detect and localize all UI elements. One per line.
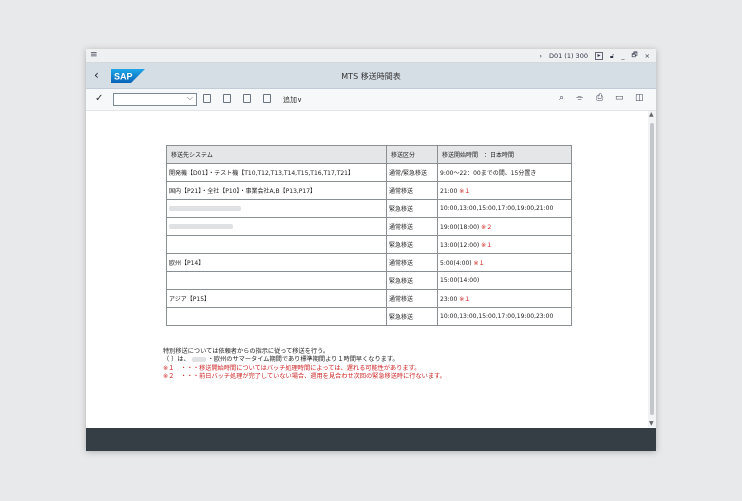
- note-mark: ※１: [459, 296, 471, 303]
- window-icon[interactable]: ▭: [615, 93, 624, 103]
- layout-icon[interactable]: ◫: [635, 93, 644, 103]
- table-row: 緊急移送 15:00(14:00): [166, 271, 572, 290]
- cell-system-redacted: [166, 217, 387, 236]
- table-row: 通常移送 19:00(18:00) ※２: [166, 217, 572, 236]
- play-icon[interactable]: ▸: [594, 52, 603, 60]
- header-time: 移送開始時間 ：日本時間: [437, 145, 572, 164]
- cell-time: 15:00(14:00): [437, 271, 572, 290]
- print-icon[interactable]: ⎙: [596, 93, 603, 103]
- cell-category: 通常移送: [386, 181, 438, 200]
- table-row: 開発機【D01】・テスト機【T10,T12,T13,T14,T15,T16,T1…: [166, 163, 572, 182]
- table-row: 欧州【P14】 通常移送 5:00(4:00) ※１: [166, 253, 572, 272]
- cell-time: 13:00(12:00) ※１: [437, 235, 572, 254]
- check-icon[interactable]: ✓: [95, 93, 103, 104]
- close-button[interactable]: ×: [645, 52, 650, 60]
- minimize-button[interactable]: _: [621, 52, 624, 60]
- copy-document-icon[interactable]: [223, 94, 231, 103]
- cell-system: 国内【P21】・全社【P10】・事業会社A,B【P13,P17】: [166, 181, 387, 200]
- note-mark: ※２: [481, 224, 493, 231]
- notes-block: 特別移送については依頼者からの指示に従って移送を行う。 （ ）は、 ・欧州のサマー…: [163, 348, 446, 381]
- table-row: 緊急移送 13:00(12:00) ※１: [166, 235, 572, 254]
- system-info: D01 (1) 300: [548, 52, 588, 60]
- scroll-thumb[interactable]: [650, 123, 654, 415]
- scroll-down-icon[interactable]: ▼: [649, 420, 654, 427]
- cell-system: 開発機【D01】・テスト機【T10,T12,T13,T14,T15,T16,T1…: [166, 163, 387, 182]
- page-icon[interactable]: [243, 94, 251, 103]
- maximize-button[interactable]: 🗗: [631, 51, 637, 62]
- cell-time: 21:00 ※１: [437, 181, 572, 200]
- note-line: ※２ ・・・前日バッチ処理が完了していない場合、週用を見合わせ次回の緊急移送時に…: [163, 372, 446, 380]
- title-bar: ≡ › D01 (1) 300 ▸ 🔓︎ _ 🗗 ×: [86, 49, 656, 63]
- cell-category: 緊急移送: [386, 235, 438, 254]
- application-toolbar: ✓ ⌵ 追加∨ ⌕ ⌯ ⎙ ▭ ◫: [86, 89, 656, 111]
- status-bar: [86, 428, 656, 451]
- note-line: ※１ ・・・移送開始時間についてはバッチ処理時間によっては、遅れる可能性がありま…: [163, 364, 421, 372]
- cell-category: 緊急移送: [386, 199, 438, 218]
- table-row: 国内【P21】・全社【P10】・事業会社A,B【P13,P17】 通常移送 21…: [166, 181, 572, 200]
- note-mark: ※１: [473, 260, 485, 267]
- cell-time: 23:00 ※１: [437, 289, 572, 308]
- table-header-row: 移送先システム 移送区分 移送開始時間 ：日本時間: [166, 145, 572, 164]
- note-line: （ ）は、 ・欧州のサマータイム期間であり標準期間より１時間早くなります。: [163, 356, 399, 364]
- sap-gui-window: ≡ › D01 (1) 300 ▸ 🔓︎ _ 🗗 × ‹ SAP MTS 移送時…: [86, 49, 656, 451]
- cell-system-redacted: [166, 199, 387, 218]
- cell-category: 通常移送: [386, 217, 438, 236]
- cell-category: 通常移送: [386, 253, 438, 272]
- note-mark: ※１: [459, 188, 471, 195]
- chevron-right-icon[interactable]: ›: [539, 52, 542, 60]
- vertical-scrollbar[interactable]: ▲ ▼: [648, 111, 656, 427]
- find-next-icon[interactable]: ⌯: [576, 93, 583, 103]
- cell-category: 緊急移送: [386, 307, 438, 326]
- more-menu[interactable]: 追加∨: [283, 95, 302, 105]
- new-document-icon[interactable]: [203, 94, 211, 103]
- lock-icon[interactable]: 🔓︎: [610, 52, 614, 61]
- cell-category: 通常/緊急移送: [386, 163, 438, 182]
- header-category: 移送区分: [386, 145, 438, 164]
- search-icon[interactable]: ⌕: [559, 93, 564, 103]
- command-field[interactable]: ⌵: [113, 93, 197, 106]
- export-icon[interactable]: [263, 94, 271, 103]
- cell-system: [166, 307, 387, 326]
- shell-bar: ‹ SAP MTS 移送時間表: [86, 63, 656, 89]
- table-row: 緊急移送 10:00,13:00,15:00,17:00,19:00,21:00: [166, 199, 572, 218]
- cell-time: 9:00～22：00までの間、15分置き: [437, 163, 572, 182]
- transport-schedule-table: 移送先システム 移送区分 移送開始時間 ：日本時間 開発機【D01】・テスト機【…: [166, 145, 572, 326]
- header-system: 移送先システム: [166, 145, 387, 164]
- cell-time: 10:00,13:00,15:00,17:00,19:00,21:00: [437, 199, 572, 218]
- cell-system: [166, 271, 387, 290]
- cell-time: 19:00(18:00) ※２: [437, 217, 572, 236]
- cell-system: 欧州【P14】: [166, 253, 387, 272]
- note-mark: ※１: [481, 242, 493, 249]
- cell-time: 10:00,13:00,15:00,17:00,19:00,23:00: [437, 307, 572, 326]
- table-row: 緊急移送 10:00,13:00,15:00,17:00,19:00,23:00: [166, 307, 572, 326]
- cell-category: 緊急移送: [386, 271, 438, 290]
- cell-system: アジア【P15】: [166, 289, 387, 308]
- page-title: MTS 移送時間表: [341, 72, 401, 81]
- cell-system: [166, 235, 387, 254]
- cell-time: 5:00(4:00) ※１: [437, 253, 572, 272]
- chevron-down-icon[interactable]: ⌵: [187, 93, 193, 103]
- table-row: アジア【P15】 通常移送 23:00 ※１: [166, 289, 572, 308]
- scroll-up-icon[interactable]: ▲: [649, 111, 654, 118]
- hamburger-icon[interactable]: ≡: [90, 50, 98, 61]
- cell-category: 通常移送: [386, 289, 438, 308]
